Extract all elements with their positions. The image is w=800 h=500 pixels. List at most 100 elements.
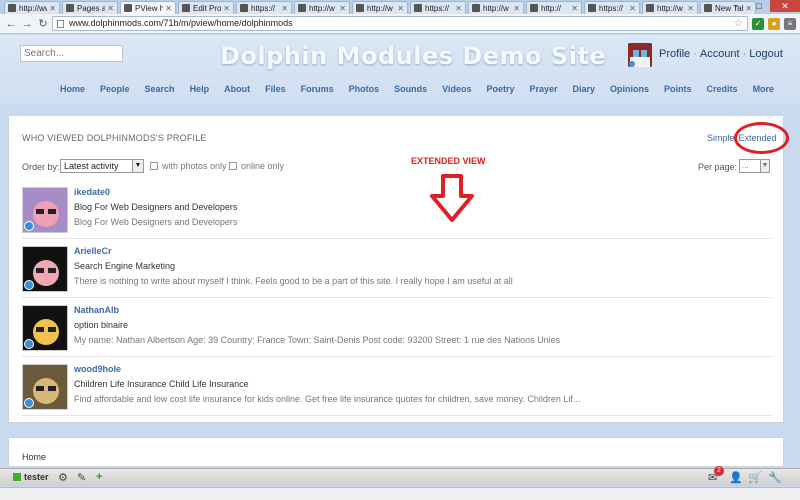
account-link[interactable]: Account xyxy=(700,48,740,60)
maximize-button[interactable]: □ xyxy=(748,0,770,12)
browser-status-bar xyxy=(0,487,800,500)
tab-close-icon[interactable]: ✕ xyxy=(397,4,404,13)
browser-tab[interactable]: http://w ✕ xyxy=(468,1,524,14)
nav-item-poetry[interactable]: Poetry xyxy=(486,84,514,94)
footer-breadcrumb: Home xyxy=(8,437,784,467)
member-name-link[interactable]: wood9hole xyxy=(74,364,121,374)
tab-close-icon[interactable]: ✕ xyxy=(571,4,578,13)
member-description: My name: Nathan Albertson Age: 39 Countr… xyxy=(74,335,561,345)
extension-icon[interactable]: ✓ xyxy=(752,17,764,30)
main-nav: Home People Search Help About Files Forums Phot… xyxy=(60,84,789,94)
address-bar-row: ← → ↻ www.dolphinmods.com/71b/m/pview/ho… xyxy=(0,14,800,34)
page-icon xyxy=(57,20,64,28)
separator: · xyxy=(742,48,747,60)
member-headline: Blog For Web Designers and Developers xyxy=(74,202,238,212)
browser-tab[interactable]: https:// ✕ xyxy=(236,1,292,14)
nav-item-diary[interactable]: Diary xyxy=(573,84,596,94)
nav-item-search[interactable]: Search xyxy=(145,84,175,94)
bookmark-star-icon[interactable]: ☆ xyxy=(734,17,743,30)
online-badge-icon xyxy=(24,280,34,290)
nav-item-opinions[interactable]: Opinions xyxy=(610,84,649,94)
user-avatar[interactable] xyxy=(628,43,652,67)
extension-icon[interactable]: ● xyxy=(768,17,780,30)
tab-close-icon[interactable]: ✕ xyxy=(455,4,462,13)
tab-label: http://w xyxy=(657,3,683,13)
browser-tab[interactable]: Edit Pro ✕ xyxy=(178,1,234,14)
tab-close-icon[interactable]: ✕ xyxy=(629,4,636,13)
tab-label: https:// xyxy=(425,3,450,13)
nav-item-more[interactable]: More xyxy=(753,84,775,94)
close-window-button[interactable]: ✕ xyxy=(770,0,800,12)
site-search-input[interactable] xyxy=(20,45,123,62)
cart-icon[interactable]: 🛒 xyxy=(748,471,762,484)
member-row: wood9hole Children Life Insurance Child L… xyxy=(22,360,772,416)
photos-only-checkbox[interactable] xyxy=(150,162,158,170)
user-icon[interactable]: 👤 xyxy=(729,471,743,484)
logout-link[interactable]: Logout xyxy=(749,48,783,60)
back-icon[interactable]: ← xyxy=(4,18,18,30)
browser-tab[interactable]: Pages a ✕ xyxy=(62,1,118,14)
window-controls: – □ ✕ xyxy=(726,0,800,12)
member-name-link[interactable]: NathanAlb xyxy=(74,305,119,315)
nav-item-sounds[interactable]: Sounds xyxy=(394,84,427,94)
browser-tab[interactable]: http://w ✕ xyxy=(352,1,408,14)
tab-close-icon[interactable]: ✕ xyxy=(339,4,346,13)
member-avatar[interactable] xyxy=(22,364,68,410)
site-header: Dolphin Modules Demo Site Profile·Accoun… xyxy=(0,35,800,105)
per-page-select[interactable]: ... ▼ xyxy=(739,159,770,173)
favicon-icon xyxy=(124,4,132,12)
browser-tab[interactable]: https:// ✕ xyxy=(410,1,466,14)
chevron-down-icon: ▼ xyxy=(132,160,143,172)
reload-icon[interactable]: ↻ xyxy=(36,17,50,30)
add-icon[interactable]: + xyxy=(96,471,102,483)
browser-tab[interactable]: http://ww✕ xyxy=(4,1,60,14)
home-link[interactable]: Home xyxy=(22,452,46,462)
member-avatar[interactable] xyxy=(22,305,68,351)
nav-item-videos[interactable]: Videos xyxy=(442,84,471,94)
menu-icon[interactable]: ≡ xyxy=(784,17,796,30)
browser-tab[interactable]: PView h ✕ xyxy=(120,1,176,14)
nav-item-photos[interactable]: Photos xyxy=(349,84,380,94)
browser-tab[interactable]: http://w ✕ xyxy=(642,1,698,14)
nav-item-points[interactable]: Points xyxy=(664,84,692,94)
member-headline: Children Life Insurance Child Life Insur… xyxy=(74,379,249,389)
member-avatar[interactable] xyxy=(22,246,68,292)
url-input[interactable]: www.dolphinmods.com/71b/m/pview/home/dol… xyxy=(52,16,748,31)
browser-tab[interactable]: https:// ✕ xyxy=(584,1,640,14)
member-row: NathanAlb option binaire My name: Nathan A… xyxy=(22,301,772,357)
toolbar-username[interactable]: tester xyxy=(24,472,49,482)
wrench-icon[interactable]: 🔧 xyxy=(768,471,782,484)
tab-close-icon[interactable]: ✕ xyxy=(165,4,172,13)
member-avatar[interactable] xyxy=(22,187,68,233)
nav-item-prayer[interactable]: Prayer xyxy=(529,84,557,94)
online-only-checkbox[interactable] xyxy=(229,162,237,170)
member-name-link[interactable]: ArielleCr xyxy=(74,246,112,256)
edit-icon[interactable]: ✎ xyxy=(77,471,86,484)
nav-item-people[interactable]: People xyxy=(100,84,130,94)
favicon-icon xyxy=(472,4,480,12)
tab-close-icon[interactable]: ✕ xyxy=(107,4,114,13)
browser-tab[interactable]: http://w ✕ xyxy=(294,1,350,14)
tab-close-icon[interactable]: ✕ xyxy=(687,4,694,13)
view-simple-link[interactable]: Simple xyxy=(707,133,735,143)
gear-icon[interactable]: ⚙ xyxy=(58,471,68,484)
tab-close-icon[interactable]: ✕ xyxy=(223,4,230,13)
nav-item-forums[interactable]: Forums xyxy=(301,84,334,94)
tab-close-icon[interactable]: ✕ xyxy=(49,4,56,13)
online-only-label: online only xyxy=(241,161,285,171)
order-by-select[interactable]: Latest activity ▼ xyxy=(60,159,144,173)
bottom-toolbar: tester ⚙ ✎ + ✉ 2 👤 🛒 🔧 xyxy=(0,466,800,486)
minimize-button[interactable]: – xyxy=(726,0,748,12)
per-page-label: Per page: xyxy=(698,162,738,172)
nav-item-help[interactable]: Help xyxy=(190,84,210,94)
nav-item-home[interactable]: Home xyxy=(60,84,85,94)
forward-icon[interactable]: → xyxy=(20,18,34,30)
tab-close-icon[interactable]: ✕ xyxy=(513,4,520,13)
nav-item-files[interactable]: Files xyxy=(265,84,286,94)
profile-link[interactable]: Profile xyxy=(659,48,690,60)
nav-item-about[interactable]: About xyxy=(224,84,250,94)
nav-item-credits[interactable]: Credits xyxy=(707,84,738,94)
tab-close-icon[interactable]: ✕ xyxy=(281,4,288,13)
browser-tab[interactable]: http:// ✕ xyxy=(526,1,582,14)
member-name-link[interactable]: ikedate0 xyxy=(74,187,110,197)
